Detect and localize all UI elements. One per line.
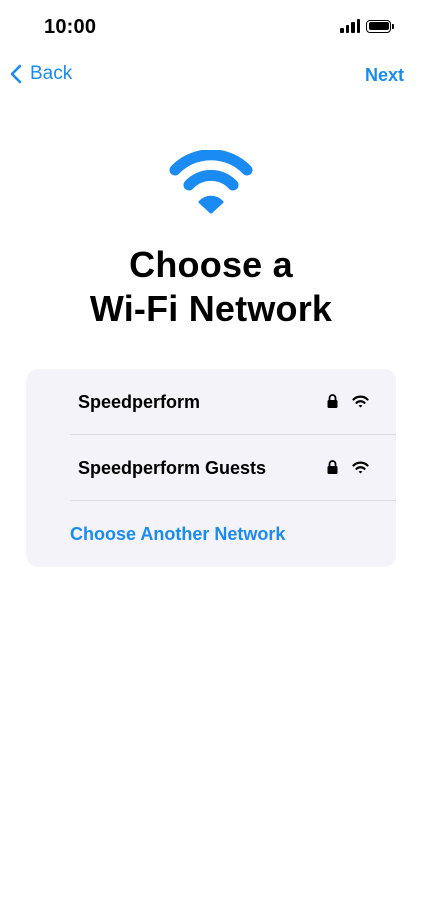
page-title-line1: Choose a — [129, 244, 293, 285]
nav-bar: Back Next — [0, 56, 422, 96]
status-icons — [340, 19, 394, 33]
network-row-icons — [327, 394, 369, 408]
wifi-signal-icon — [352, 461, 369, 473]
network-name: Speedperform Guests — [78, 458, 267, 478]
page-title: Choose a Wi-Fi Network — [0, 243, 422, 331]
network-row-speedperform[interactable]: Speedperform — [70, 369, 396, 435]
wifi-icon — [169, 150, 253, 214]
setup-screen: 10:00 Back Next Choose a Wi-Fi Network S… — [0, 0, 422, 913]
wifi-signal-icon — [352, 395, 369, 407]
divider — [70, 500, 396, 501]
network-row-icons — [327, 460, 369, 474]
next-button[interactable]: Next — [365, 65, 404, 86]
network-name: Speedperform — [78, 392, 201, 412]
cellular-signal-icon — [340, 19, 360, 33]
page-title-line2: Wi-Fi Network — [89, 288, 333, 329]
network-list: Speedperform Speedperform Guests Choose … — [26, 369, 396, 567]
choose-another-network-button[interactable]: Choose Another Network — [70, 524, 285, 545]
back-button[interactable]: Back — [10, 63, 72, 85]
battery-cap — [392, 23, 394, 29]
battery-icon — [366, 19, 391, 33]
back-label: Back — [30, 63, 73, 84]
network-row-speedperform-guests[interactable]: Speedperform Guests — [70, 435, 396, 501]
status-bar: 10:00 — [0, 0, 422, 56]
lock-icon — [327, 394, 338, 408]
status-time: 10:00 — [44, 16, 97, 38]
chevron-left-icon — [10, 64, 22, 84]
lock-icon — [327, 460, 338, 474]
